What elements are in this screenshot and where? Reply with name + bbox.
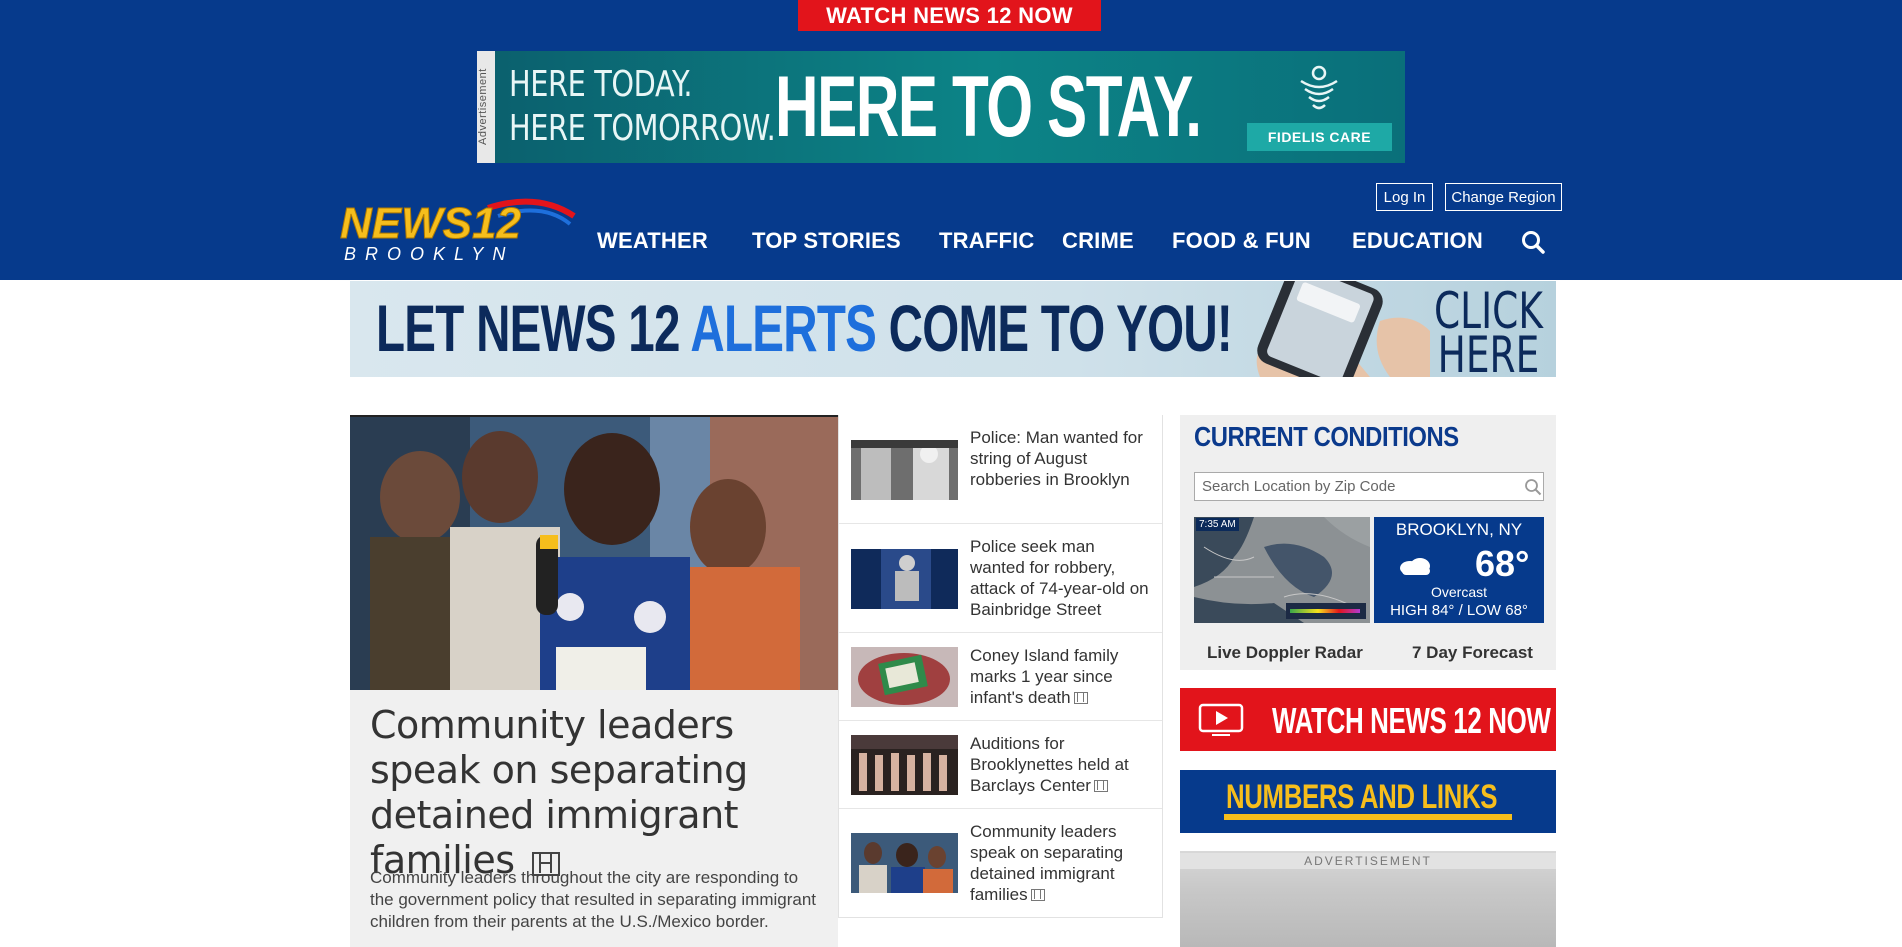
radar-map-graphic bbox=[1194, 517, 1370, 623]
lead-story-image[interactable] bbox=[350, 415, 838, 690]
story-item[interactable]: Auditions for Brooklynettes held at Barc… bbox=[839, 721, 1162, 809]
story-title-text: Community leaders speak on separating de… bbox=[970, 822, 1124, 904]
video-icon bbox=[1093, 780, 1108, 792]
current-conditions-title: CURRENT CONDITIONS bbox=[1194, 421, 1459, 452]
search-icon[interactable] bbox=[1524, 478, 1542, 496]
story-title[interactable]: Police seek man wanted for robbery, atta… bbox=[970, 536, 1150, 620]
page-margin bbox=[1868, 280, 1902, 947]
fidelis-care-icon bbox=[1300, 65, 1338, 110]
alerts-banner[interactable]: LET NEWS 12 ALERTS COME TO YOU! CLICK HE… bbox=[350, 281, 1556, 377]
story-thumbnail bbox=[851, 833, 958, 893]
nav-top-stories[interactable]: TOP STORIES bbox=[752, 228, 901, 254]
ad-tagline: HERE TODAY. HERE TOMORROW. bbox=[509, 63, 776, 151]
alerts-headline: LET NEWS 12 ALERTS COME TO YOU! bbox=[376, 295, 1233, 361]
sidebar-ad-label: ADVERTISEMENT bbox=[1180, 853, 1556, 869]
weather-description: Overcast bbox=[1430, 584, 1487, 600]
numbers-and-links-button[interactable]: NUMBERS AND LINKS bbox=[1180, 770, 1556, 833]
story-thumbnail bbox=[851, 735, 958, 795]
sidebar-advertisement[interactable]: ADVERTISEMENT bbox=[1180, 851, 1556, 947]
fidelis-care-logo: FIDELIS CARE bbox=[1247, 63, 1392, 151]
nav-crime[interactable]: CRIME bbox=[1062, 228, 1134, 254]
nav-traffic[interactable]: TRAFFIC bbox=[939, 228, 1035, 254]
play-icon bbox=[1198, 703, 1244, 736]
weather-summary-panel[interactable]: BROOKLYN, NY 68° Overcast HIGH 84° / LOW… bbox=[1374, 517, 1544, 623]
current-temperature: 68° bbox=[1475, 543, 1530, 584]
nav-weather[interactable]: WEATHER bbox=[597, 228, 708, 254]
alerts-part-1: LET NEWS 12 bbox=[376, 291, 691, 365]
news12-logo-graphic: NEWS12 BROOKLYN bbox=[340, 199, 576, 264]
logo-news-text: NEWS12 bbox=[340, 199, 521, 248]
alerts-click-here: CLICK HERE bbox=[1434, 286, 1543, 377]
advertisement-banner[interactable]: Advertisement HERE TODAY. HERE TOMORROW.… bbox=[477, 51, 1405, 163]
alerts-part-2: ALERTS bbox=[690, 291, 877, 365]
story-list: Police: Man wanted for string of August … bbox=[838, 415, 1163, 918]
radar-timestamp: 7:35 AM bbox=[1196, 518, 1239, 531]
ad-line-2: HERE TOMORROW. bbox=[509, 108, 776, 149]
watch-live-top-button[interactable]: WATCH NEWS 12 NOW bbox=[798, 0, 1101, 31]
login-button[interactable]: Log In bbox=[1376, 183, 1433, 211]
story-title-text: Coney Island family marks 1 year since i… bbox=[970, 646, 1119, 707]
advertisement-label: Advertisement bbox=[477, 51, 495, 163]
zip-search-placeholder: Search Location by Zip Code bbox=[1202, 478, 1396, 495]
weather-city: BROOKLYN, NY bbox=[1395, 520, 1523, 539]
video-icon bbox=[1073, 692, 1088, 704]
numbers-underline bbox=[1224, 814, 1512, 820]
watch-live-top-label: WATCH NEWS 12 NOW bbox=[826, 2, 1073, 28]
ad-headline: HERE TO STAY. bbox=[775, 59, 1202, 155]
current-conditions-widget: CURRENT CONDITIONS Search Location by Zi… bbox=[1180, 415, 1556, 670]
logo-region-text: BROOKLYN bbox=[344, 244, 514, 264]
phone-in-hand-image bbox=[1256, 281, 1430, 377]
watch-live-button[interactable]: WATCH NEWS 12 NOW bbox=[1180, 688, 1556, 751]
story-item[interactable]: Police seek man wanted for robbery, atta… bbox=[839, 524, 1162, 633]
seven-day-forecast-link[interactable]: 7 Day Forecast bbox=[1412, 643, 1533, 663]
story-item[interactable]: Police: Man wanted for string of August … bbox=[839, 415, 1162, 524]
lead-story-headline[interactable]: Community leaders speak on separating de… bbox=[370, 703, 830, 883]
fidelis-care-name: FIDELIS CARE bbox=[1247, 123, 1392, 151]
lead-story-card[interactable]: Community leaders speak on separating de… bbox=[350, 415, 838, 947]
nav-education[interactable]: EDUCATION bbox=[1352, 228, 1483, 254]
zip-code-search-input[interactable]: Search Location by Zip Code bbox=[1194, 472, 1544, 501]
news12-brooklyn-logo[interactable]: NEWS12 BROOKLYN bbox=[338, 198, 576, 264]
here-word: HERE bbox=[1437, 326, 1540, 377]
story-thumbnail bbox=[851, 647, 958, 707]
story-title[interactable]: Auditions for Brooklynettes held at Barc… bbox=[970, 733, 1150, 796]
doppler-radar-map[interactable]: 7:35 AM bbox=[1194, 517, 1370, 623]
story-title[interactable]: Community leaders speak on separating de… bbox=[970, 821, 1150, 905]
numbers-and-links-label: NUMBERS AND LINKS bbox=[1226, 778, 1498, 816]
story-thumbnail bbox=[851, 549, 958, 609]
story-item[interactable]: Coney Island family marks 1 year since i… bbox=[839, 633, 1162, 721]
story-item[interactable]: Community leaders speak on separating de… bbox=[839, 809, 1162, 918]
story-title[interactable]: Coney Island family marks 1 year since i… bbox=[970, 645, 1150, 708]
lead-photo-illustration bbox=[350, 417, 838, 690]
lead-story-summary: Community leaders throughout the city ar… bbox=[370, 868, 817, 931]
nav-food-and-fun[interactable]: FOOD & FUN bbox=[1172, 228, 1311, 254]
story-thumbnail bbox=[851, 440, 958, 500]
overcast-cloud-icon bbox=[1400, 558, 1430, 575]
watch-live-label: WATCH NEWS 12 NOW bbox=[1272, 700, 1551, 741]
alerts-part-3: COME TO YOU! bbox=[876, 291, 1233, 365]
story-title[interactable]: Police: Man wanted for string of August … bbox=[970, 427, 1150, 490]
high-low-temperature: HIGH 84° / LOW 68° bbox=[1390, 602, 1528, 619]
live-doppler-radar-link[interactable]: Live Doppler Radar bbox=[1207, 643, 1363, 663]
ad-line-1: HERE TODAY. bbox=[509, 64, 693, 105]
video-icon bbox=[1030, 889, 1045, 901]
change-region-button[interactable]: Change Region bbox=[1445, 183, 1562, 211]
search-icon[interactable] bbox=[1520, 229, 1546, 255]
